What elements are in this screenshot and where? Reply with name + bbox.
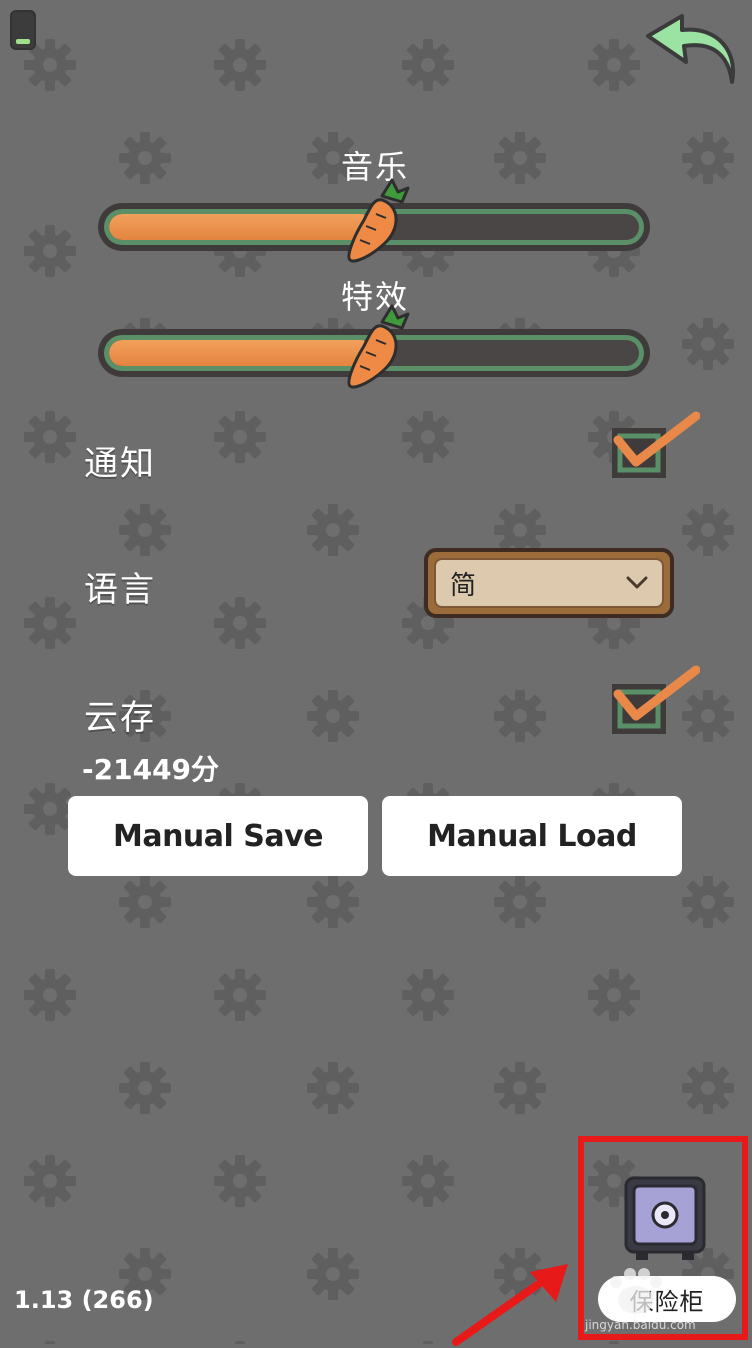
red-arrow-icon <box>452 1264 568 1346</box>
manual-load-button[interactable]: Manual Load <box>382 796 682 876</box>
effects-slider-fill <box>109 340 374 366</box>
manual-save-button[interactable]: Manual Save <box>68 796 368 876</box>
notification-label: 通知 <box>84 444 156 484</box>
back-arrow-icon[interactable] <box>640 12 740 92</box>
battery-icon <box>10 10 36 50</box>
cloud-save-label: 云存 <box>84 698 156 738</box>
version-text: 1.13 (266) <box>14 1286 154 1314</box>
cloud-score: -21449分 <box>82 753 220 786</box>
checkmark-icon <box>613 411 700 467</box>
checkmark-icon <box>613 665 700 721</box>
music-slider-fill <box>109 214 374 240</box>
language-dropdown-field: 简 <box>434 558 664 608</box>
carrot-handle-icon[interactable] <box>342 304 412 394</box>
carrot-handle-icon[interactable] <box>342 178 412 268</box>
language-label: 语言 <box>84 570 156 610</box>
language-dropdown[interactable]: 简 <box>424 548 674 618</box>
watermark-text: jingyan.baidu.com <box>585 1318 696 1332</box>
language-selected-value: 简 <box>450 570 477 601</box>
chevron-down-icon <box>626 576 648 589</box>
